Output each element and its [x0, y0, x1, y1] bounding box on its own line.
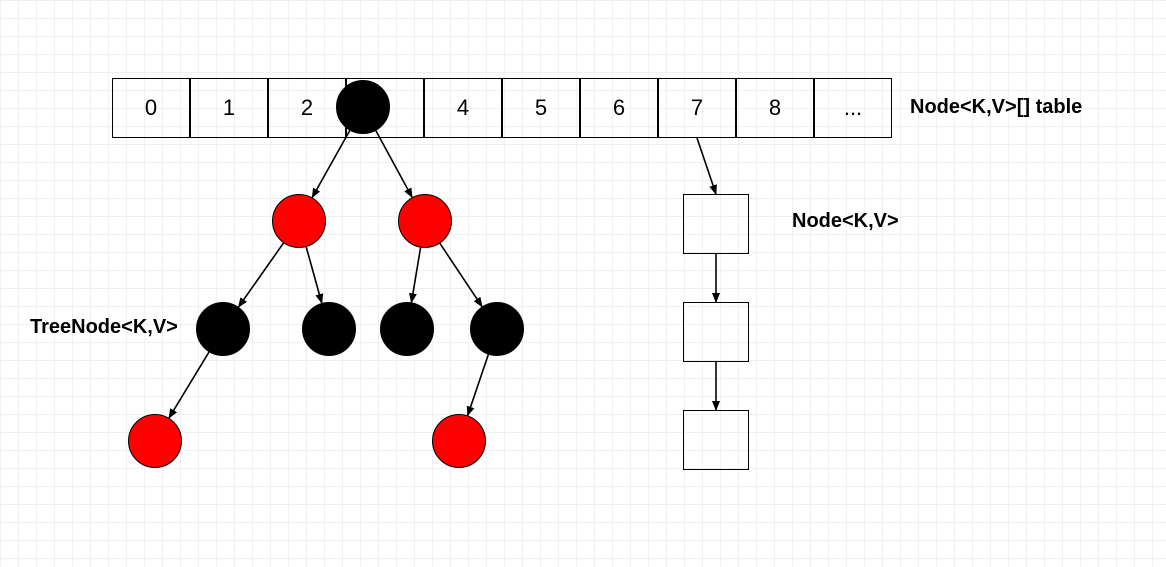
table-cell-0: 0 [112, 78, 190, 138]
table-array-label: Node<K,V>[] table [910, 96, 1082, 119]
table-cell-1: 1 [190, 78, 268, 138]
diagram-stage: Node<K,V>[] table Node<K,V> TreeNode<K,V… [0, 0, 1166, 567]
table-cell-7: 7 [658, 78, 736, 138]
table-cell-9: ... [814, 78, 892, 138]
node-label: Node<K,V> [792, 210, 899, 233]
tree-node-l3b [432, 414, 486, 468]
tree-node-l1a [272, 194, 326, 248]
list-node-n2 [683, 302, 749, 362]
table-cell-2: 2 [268, 78, 346, 138]
table-cell-4: 4 [424, 78, 502, 138]
treenode-label: TreeNode<K,V> [30, 316, 178, 339]
table-cell-6: 6 [580, 78, 658, 138]
tree-node-l2b [302, 302, 356, 356]
tree-node-l3a [128, 414, 182, 468]
tree-node-root [336, 80, 390, 134]
list-node-n3 [683, 410, 749, 470]
tree-node-l2c [380, 302, 434, 356]
table-cell-8: 8 [736, 78, 814, 138]
tree-node-l2d [470, 302, 524, 356]
tree-node-l1b [398, 194, 452, 248]
tree-node-l2a [196, 302, 250, 356]
table-cell-5: 5 [502, 78, 580, 138]
list-node-n1 [683, 194, 749, 254]
